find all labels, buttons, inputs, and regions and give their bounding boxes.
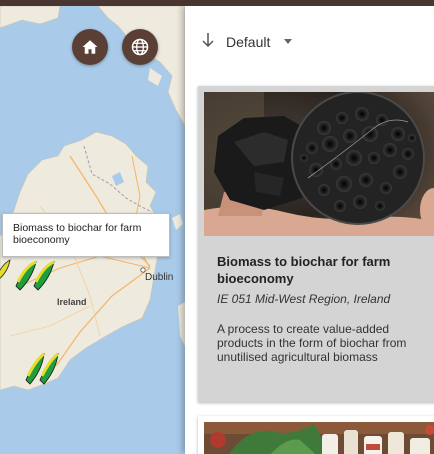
sort-dropdown[interactable]: Default: [201, 32, 293, 51]
place-label-dublin: Dublin: [145, 272, 174, 283]
card-image-biochar: [204, 92, 434, 236]
arrow-down-icon: [201, 32, 219, 51]
map-tooltip: Biomass to biochar for farm bioeconomy: [2, 213, 170, 257]
map-marker[interactable]: [14, 256, 60, 294]
home-button[interactable]: [72, 29, 108, 65]
chevron-down-icon: [284, 39, 293, 44]
result-card[interactable]: Biomass to biochar for farm bioeconomy I…: [198, 86, 434, 402]
sort-label: Default: [226, 33, 271, 50]
globe-icon: [131, 38, 149, 56]
card-title[interactable]: Biomass to biochar for farm bioeconomy: [217, 253, 429, 287]
home-icon: [82, 40, 98, 54]
result-card[interactable]: [198, 416, 434, 454]
map[interactable]: Dublin Ireland Biomass to biochar for fa…: [0, 6, 185, 454]
results-panel: Default Biomass to biochar for farm bioe…: [185, 6, 434, 454]
place-label-ireland: Ireland: [57, 297, 87, 307]
top-bar: [0, 0, 434, 6]
card-location: IE 051 Mid-West Region, Ireland: [217, 292, 391, 306]
card-image: [204, 422, 434, 454]
map-marker[interactable]: [24, 348, 64, 386]
card-description: A process to create value-added products…: [217, 322, 407, 364]
map-marker[interactable]: [0, 256, 12, 282]
globe-button[interactable]: [122, 29, 158, 65]
